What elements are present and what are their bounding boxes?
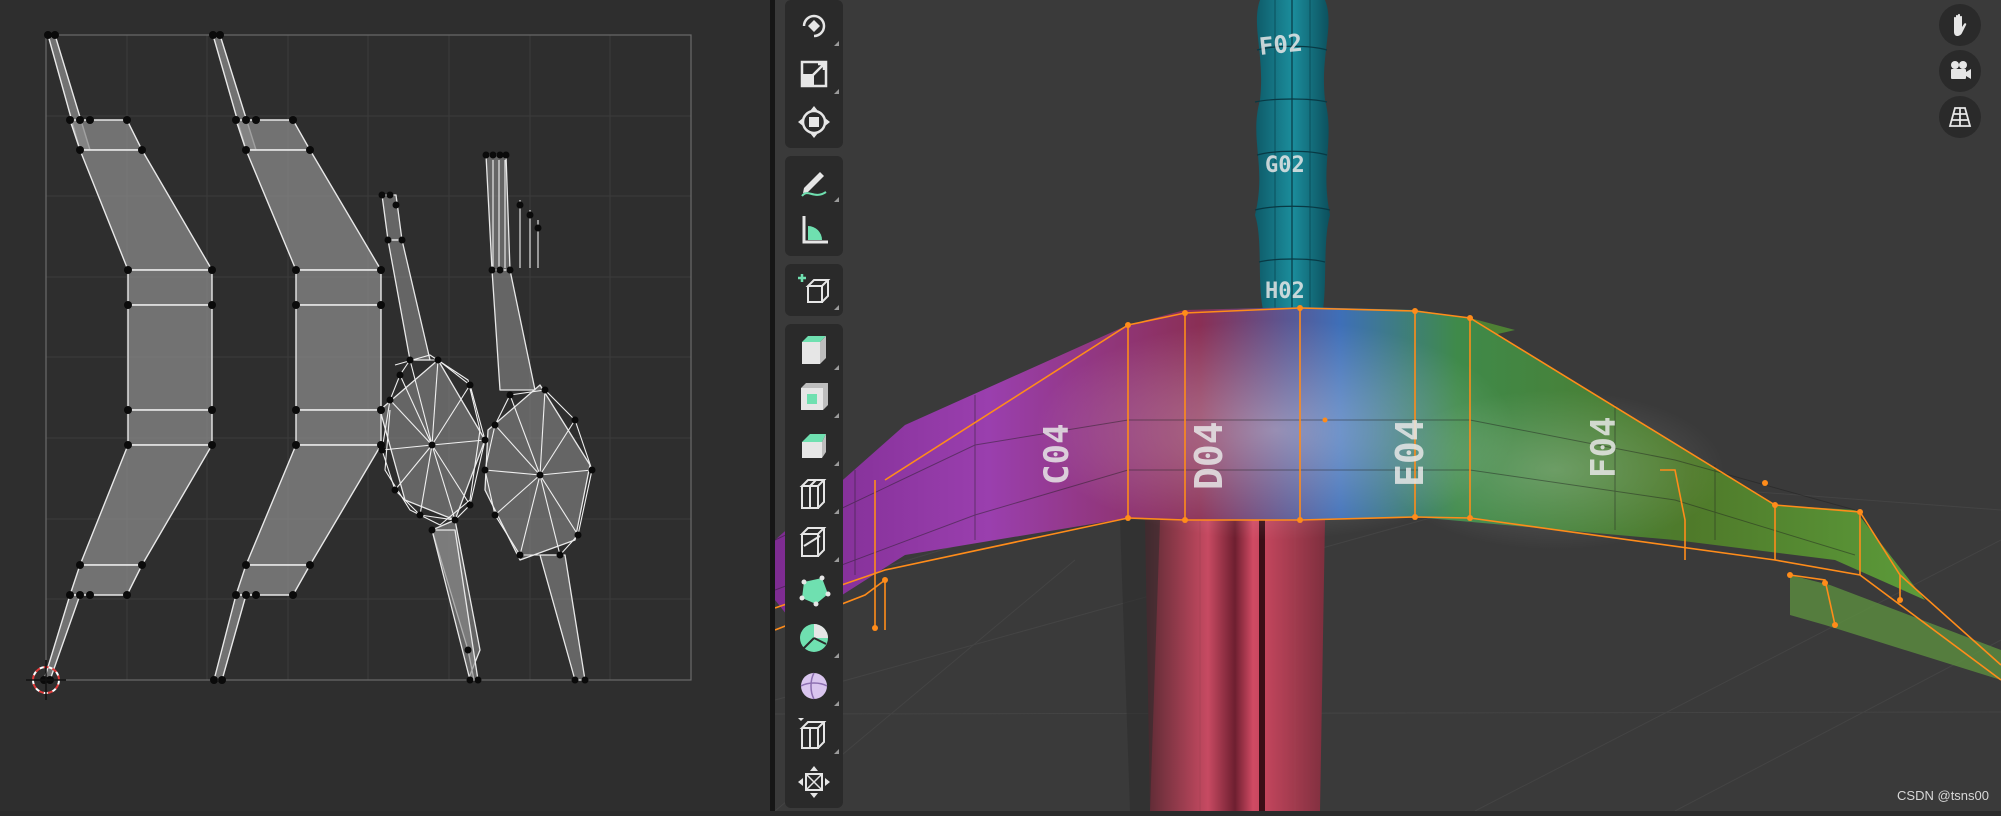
inset-tool[interactable] <box>785 374 843 422</box>
loop-cut-icon <box>799 479 827 509</box>
transform-icon <box>798 106 830 138</box>
annotate-tool-group <box>785 156 843 256</box>
tile-label-g02: G02 <box>1265 153 1305 178</box>
edge-slide-icon <box>798 718 827 749</box>
bevel-tool[interactable] <box>785 422 843 470</box>
poly-build-tool[interactable] <box>785 566 843 614</box>
shrink-fatten-icon <box>798 766 830 798</box>
uv-editor[interactable] <box>0 0 770 811</box>
tile-label-d04: D04 <box>1187 421 1231 490</box>
perspective-toggle-button[interactable] <box>1939 96 1981 138</box>
knife-tool[interactable] <box>785 518 843 566</box>
tool-shelf <box>785 0 843 816</box>
camera-view-button[interactable] <box>1939 50 1981 92</box>
transform-tool[interactable] <box>785 98 843 146</box>
rotate-tool[interactable] <box>785 2 843 50</box>
watermark: CSDN @tsns00 <box>1897 788 1989 803</box>
transform-tool-group <box>785 0 843 148</box>
pan-button[interactable] <box>1939 4 1981 46</box>
tile-label-h02: H02 <box>1265 279 1305 304</box>
edge-slide-tool[interactable] <box>785 710 843 758</box>
tile-label-e04: E04 <box>1388 418 1432 487</box>
spin-tool[interactable] <box>785 614 843 662</box>
bevel-icon <box>802 434 826 458</box>
uv-canvas[interactable] <box>0 0 770 811</box>
inset-icon <box>801 383 828 410</box>
tile-label-f04: F04 <box>1584 417 1624 478</box>
scale-icon <box>800 60 828 88</box>
add-tool-group <box>785 264 843 316</box>
mesh-tool-group <box>785 324 843 808</box>
measure-icon <box>802 216 828 244</box>
uv-cursor-icon[interactable] <box>26 660 66 700</box>
smooth-tool[interactable] <box>785 662 843 710</box>
hand-icon <box>1954 13 1967 36</box>
camera-icon <box>1951 61 1971 79</box>
add-cube-icon <box>798 274 831 303</box>
loop-cut-tool[interactable] <box>785 470 843 518</box>
smooth-icon <box>800 672 828 700</box>
annotate-tool[interactable] <box>785 158 843 206</box>
shrink-fatten-tool[interactable] <box>785 758 843 806</box>
navigation-gizmo <box>1937 4 1983 142</box>
add-cube-tool[interactable] <box>785 266 843 314</box>
poly-build-icon <box>799 575 831 607</box>
knife-icon <box>799 527 827 557</box>
3d-viewport[interactable]: F02 G02 H02 C04 D04 E04 F04 <box>775 0 2001 811</box>
extrude-icon <box>802 336 826 364</box>
measure-tool[interactable] <box>785 206 843 254</box>
annotate-icon <box>801 172 827 197</box>
tile-label-f02: F02 <box>1258 29 1304 61</box>
extrude-tool[interactable] <box>785 326 843 374</box>
grid-perspective-icon <box>1948 107 1972 127</box>
spin-icon <box>800 624 828 652</box>
tile-label-c04: C04 <box>1037 424 1077 485</box>
scale-tool[interactable] <box>785 50 843 98</box>
viewport-scene[interactable]: F02 G02 H02 C04 D04 E04 F04 <box>775 0 2001 811</box>
rotate-icon <box>802 14 826 38</box>
